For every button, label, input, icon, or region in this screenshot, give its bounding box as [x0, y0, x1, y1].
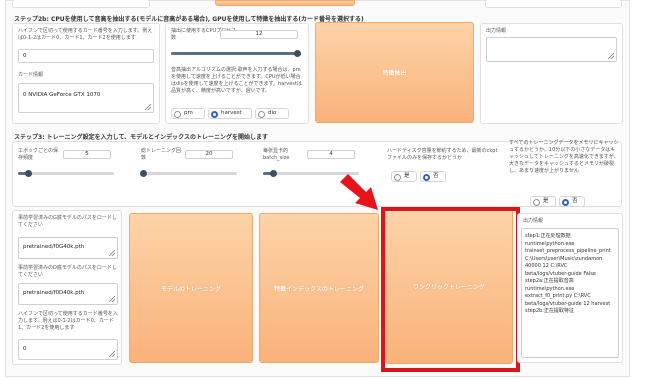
radio-yes-icon: [394, 174, 401, 181]
step3-output-text: step1:正在处理数据 runtime\python.exe trainset…: [525, 233, 611, 314]
pretrained-d-input[interactable]: pretrained/f0D40k.pth: [18, 283, 118, 305]
save-latest-yes-label: 是: [404, 173, 410, 179]
epochs-label: 総トレーニング回数: [141, 148, 182, 161]
radio-no-icon: [562, 199, 569, 206]
save-latest-no-label: 否: [433, 173, 439, 179]
cache-gpu-label: すべてのトレーニングデータをメモリにキャッシュするかどうか。10分以下の小さなデ…: [509, 140, 619, 174]
resize-grip-icon[interactable]: [608, 53, 614, 59]
epochs-slider-knob[interactable]: [140, 170, 147, 177]
step2-output-label: 出力情報: [486, 28, 507, 34]
pretrained-d-value: pretrained/f0D40k.pth: [23, 290, 85, 296]
save-freq-slider[interactable]: [18, 170, 114, 177]
save-freq-input[interactable]: 5: [63, 150, 111, 159]
step3-output-field[interactable]: step1:正在处理数据 runtime\python.exe trainset…: [521, 228, 619, 358]
train-gpu-ids-input[interactable]: 0: [18, 339, 118, 360]
cache-gpu-yes[interactable]: 是: [530, 196, 556, 207]
cpu-count-input[interactable]: 12: [220, 30, 298, 39]
step3-heading: ステップ3: トレーニング設定を入力して、モデルとインデックスのトレーニングを開…: [14, 134, 269, 141]
resize-grip-icon[interactable]: [109, 296, 115, 302]
train-gpu-ids-label: ハイフンで区切って使用するカード番号を入力します。例えば0-1-2はカード0、カ…: [18, 311, 118, 331]
f0-option-dio[interactable]: dio: [255, 108, 289, 119]
gpu-ids-label: ハイフンで区切って使用するカード番号を入力します。例えば0-1-2はカード0、カ…: [18, 28, 153, 41]
batch-size-label: 每张显卡的batch_size: [263, 148, 290, 161]
gpu-info-value: 0 NVIDIA GeForce GTX 1070: [23, 92, 101, 98]
train-index-button[interactable]: 特徴インデックスのトレーニング: [259, 213, 379, 363]
f0-option-harvest[interactable]: harvest: [208, 108, 252, 119]
cpu-count-slider[interactable]: [171, 50, 301, 57]
pretrained-g-value: pretrained/f0G40k.pth: [23, 244, 85, 250]
cache-gpu-no[interactable]: 否: [559, 196, 585, 207]
gpu-info-field[interactable]: 0 NVIDIA GeForce GTX 1070: [18, 83, 154, 113]
radio-dio-icon: [258, 111, 265, 118]
top-strip-button[interactable]: [215, 0, 355, 6]
step3-output-label: 出力情報: [523, 218, 544, 224]
train-gpu-ids-value: 0: [23, 346, 27, 352]
f0-option-dio-label: dio: [268, 110, 277, 116]
highlight-box: [381, 207, 520, 372]
save-latest-label: ハードディスク容量を節約するため、最新のckptファイルのみを保存するかどうか: [387, 148, 498, 161]
pretrained-g-input[interactable]: pretrained/f0G40k.pth: [18, 237, 118, 259]
save-freq-label: エポックごとの保存頻度: [18, 148, 58, 161]
batch-size-slider-knob[interactable]: [270, 170, 277, 177]
resize-grip-icon[interactable]: [109, 250, 115, 256]
gpu-ids-input[interactable]: 0: [18, 49, 154, 63]
resize-grip-icon[interactable]: [145, 104, 151, 110]
epochs-slider[interactable]: [140, 170, 237, 177]
cpu-count-slider-fill: [171, 52, 297, 55]
cache-gpu-yes-label: 是: [543, 198, 549, 204]
red-arrow-shape: [340, 174, 378, 210]
batch-size-input[interactable]: 4: [307, 150, 355, 159]
gpu-info-label: カード情報: [18, 72, 44, 78]
top-strip-left: [12, 0, 150, 8]
save-freq-slider-knob[interactable]: [25, 170, 32, 177]
resize-grip-icon[interactable]: [109, 351, 115, 357]
extract-features-button[interactable]: 特徴抽出: [315, 22, 474, 123]
step2-output-field[interactable]: [486, 37, 617, 62]
cpu-count-slider-knob[interactable]: [294, 50, 301, 57]
top-strip-right: [485, 0, 622, 8]
pretrained-g-label: 事前学習済みのG底モデルのパスをロードしてください: [18, 215, 117, 228]
f0-option-pm-label: pm: [184, 110, 193, 116]
radio-no-icon: [423, 174, 430, 181]
f0-option-harvest-label: harvest: [221, 110, 242, 116]
step2-heading: ステップ2b: CPUを使用して音高を抽出する(モデルに音高がある場合), GP…: [14, 16, 364, 23]
pretrained-d-label: 事前学習済みのD底モデルのパスをロードしてください: [18, 265, 117, 278]
train-model-button[interactable]: モデルのトレーニング: [129, 213, 253, 363]
radio-harvest-icon: [211, 111, 218, 118]
f0-option-pm[interactable]: pm: [171, 108, 205, 119]
red-arrow-icon: [340, 174, 378, 210]
radio-yes-icon: [533, 199, 540, 206]
f0-method-label: 音高抽出アルゴリズムの選択:歌声を入力する場合は、pmを使用して速度を上げること…: [171, 67, 302, 94]
radio-pm-icon: [174, 111, 181, 118]
epochs-input[interactable]: 20: [185, 150, 233, 159]
cache-gpu-no-label: 否: [572, 198, 578, 204]
save-latest-yes[interactable]: 是: [391, 171, 417, 182]
save-latest-no[interactable]: 否: [420, 171, 446, 182]
